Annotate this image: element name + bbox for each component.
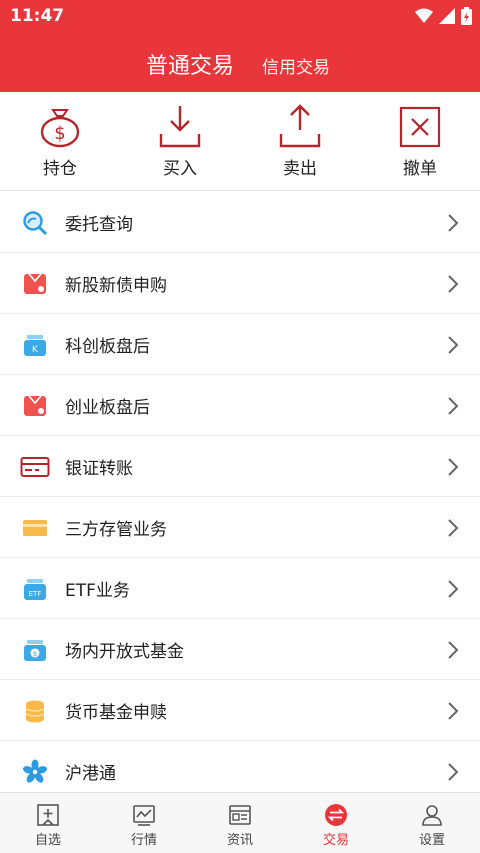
buy-label: 买入 xyxy=(163,159,197,179)
battery-icon xyxy=(461,7,472,25)
download-icon xyxy=(159,106,201,148)
chevron-right-icon xyxy=(448,397,459,415)
user-icon xyxy=(422,805,442,826)
bottom-nav: 自选 行情 资讯 交易 设置 xyxy=(0,792,480,853)
nav-market[interactable]: 行情 xyxy=(96,793,192,853)
menu-item-ipo-subscribe[interactable]: 新股新债申购 xyxy=(0,253,480,314)
card-icon xyxy=(20,457,50,477)
menu-item-label: 委托查询 xyxy=(65,215,133,235)
quick-actions: $ 持仓 买入 卖出 撤单 xyxy=(0,92,480,191)
fund-icon: $ xyxy=(24,640,46,661)
menu-item-third-party-custody[interactable]: 三方存管业务 xyxy=(0,497,480,558)
sell-button[interactable]: 卖出 xyxy=(240,104,360,186)
tab-credit-trading[interactable]: 信用交易 xyxy=(262,53,330,78)
svg-text:$: $ xyxy=(33,650,37,658)
menu-item-label: 银证转账 xyxy=(65,459,133,479)
chevron-right-icon xyxy=(448,214,459,232)
money-bag-icon: $ xyxy=(40,109,80,148)
menu-item-label: 新股新债申购 xyxy=(65,276,167,296)
favorites-icon xyxy=(37,804,59,826)
wifi-icon xyxy=(415,8,433,23)
menu-item-etf[interactable]: ETF ETF业务 xyxy=(0,558,480,619)
nav-label: 资讯 xyxy=(226,833,253,848)
menu-item-star-market-after-hours[interactable]: K 科创板盘后 xyxy=(0,314,480,375)
search-icon xyxy=(23,211,48,236)
svg-text:$: $ xyxy=(54,123,65,144)
chevron-right-icon xyxy=(448,458,459,476)
menu-item-label: 创业板盘后 xyxy=(65,398,150,418)
yellow-card-icon xyxy=(23,520,47,536)
tab-normal-trading[interactable]: 普通交易 xyxy=(146,48,234,80)
nav-trade[interactable]: 交易 xyxy=(288,793,384,853)
chart-icon xyxy=(133,805,155,826)
nav-news[interactable]: 资讯 xyxy=(192,793,288,853)
flower-icon xyxy=(23,759,47,783)
menu-item-label: 货币基金申赎 xyxy=(65,703,167,723)
menu-item-label: 科创板盘后 xyxy=(65,337,150,357)
chevron-right-icon xyxy=(448,702,459,720)
chevron-right-icon xyxy=(448,763,459,781)
sell-label: 卖出 xyxy=(283,159,317,179)
etf-icon: ETF xyxy=(24,579,46,600)
kcb-icon: K xyxy=(24,335,46,356)
status-time: 11:47 xyxy=(10,6,65,26)
menu-item-money-fund[interactable]: 货币基金申赎 xyxy=(0,680,480,741)
red-card-icon xyxy=(24,273,46,294)
chevron-right-icon xyxy=(448,336,459,354)
upload-icon xyxy=(279,104,321,148)
nav-label: 设置 xyxy=(418,833,445,848)
menu-list: 委托查询 新股新债申购 K 科创板盘后 创业板盘后 银证转账 三方存管业务 ET… xyxy=(0,192,480,802)
buy-button[interactable]: 买入 xyxy=(120,104,240,186)
holdings-button[interactable]: $ 持仓 xyxy=(0,104,120,186)
news-icon xyxy=(229,805,251,825)
trade-icon xyxy=(325,804,347,826)
cancel-icon xyxy=(399,106,441,148)
chevron-right-icon xyxy=(448,580,459,598)
nav-label: 自选 xyxy=(34,833,61,848)
holdings-label: 持仓 xyxy=(43,159,77,179)
menu-item-order-query[interactable]: 委托查询 xyxy=(0,192,480,253)
chevron-right-icon xyxy=(448,275,459,293)
menu-item-exchange-open-fund[interactable]: $ 场内开放式基金 xyxy=(0,619,480,680)
nav-label: 交易 xyxy=(322,833,349,848)
menu-item-label: 三方存管业务 xyxy=(65,520,167,540)
nav-label: 行情 xyxy=(130,833,157,848)
menu-item-label: 沪港通 xyxy=(65,764,116,784)
menu-item-label: 场内开放式基金 xyxy=(65,642,184,662)
nav-favorites[interactable]: 自选 xyxy=(0,793,96,853)
svg-text:ETF: ETF xyxy=(29,590,42,598)
chevron-right-icon xyxy=(448,641,459,659)
nav-settings[interactable]: 设置 xyxy=(384,793,480,853)
menu-item-gem-after-hours[interactable]: 创业板盘后 xyxy=(0,375,480,436)
chevron-right-icon xyxy=(448,519,459,537)
menu-item-label: ETF业务 xyxy=(65,581,130,601)
app-header: 11:47 普通交易 信用交易 xyxy=(0,0,480,92)
status-bar: 11:47 xyxy=(0,0,480,32)
red-card-icon xyxy=(24,395,46,416)
cancel-order-button[interactable]: 撤单 xyxy=(360,104,480,186)
menu-item-bank-transfer[interactable]: 银证转账 xyxy=(0,436,480,497)
cancel-order-label: 撤单 xyxy=(403,159,437,179)
coins-icon xyxy=(25,700,45,723)
signal-icon xyxy=(439,8,455,24)
